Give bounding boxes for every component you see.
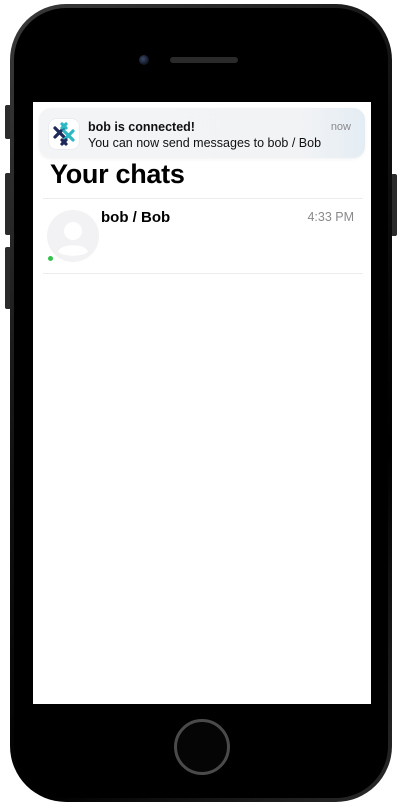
notification-title: bob is connected! <box>88 120 195 134</box>
home-button[interactable] <box>174 719 230 775</box>
chat-contact-name: bob / Bob <box>101 209 171 226</box>
app-screen: bob is connected! You can now send messa… <box>33 102 371 704</box>
connection-notification-banner[interactable]: bob is connected! You can now send messa… <box>39 108 365 158</box>
page-title: Your chats <box>50 159 185 189</box>
notification-time: now <box>330 121 351 133</box>
online-status-dot <box>48 256 53 261</box>
device-mockup: bob is connected! You can now send messa… <box>0 0 400 808</box>
notification-body: You can now send messages to bob / Bob <box>88 136 322 150</box>
earpiece-speaker <box>170 57 238 63</box>
front-camera <box>139 55 149 65</box>
person-placeholder-icon <box>47 210 99 262</box>
chat-timestamp: 4:33 PM <box>307 210 354 224</box>
simplex-logo-icon <box>49 119 79 149</box>
